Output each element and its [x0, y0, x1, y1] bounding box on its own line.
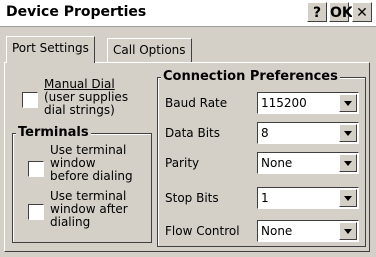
data-bits-select[interactable]: 8: [257, 122, 359, 144]
data-bits-dropdown-button[interactable]: [339, 124, 357, 142]
chevron-down-icon: [344, 161, 352, 166]
baud-rate-label: Baud Rate: [165, 96, 228, 110]
manual-dial-label-line1: Manual Dial: [44, 77, 115, 91]
baud-rate-select[interactable]: 115200: [257, 92, 359, 114]
terminal-after-dialing-label: Use terminal window after dialing: [50, 190, 128, 229]
manual-dial-label-line3: dial strings): [44, 103, 115, 117]
flow-control-dropdown-button[interactable]: [339, 222, 357, 240]
title-bar: Device Properties ? OK ✕: [0, 0, 376, 27]
stop-bits-select[interactable]: 1: [257, 187, 359, 209]
chevron-down-icon: [344, 229, 352, 234]
terminal-before-line3: before dialing: [50, 169, 133, 183]
baud-rate-value: 115200: [261, 96, 307, 110]
flow-control-value: None: [261, 224, 293, 238]
terminal-after-line3: dialing: [50, 215, 91, 229]
terminal-after-dialing-checkbox[interactable]: [28, 204, 44, 220]
terminal-before-dialing-label: Use terminal window before dialing: [50, 144, 133, 183]
parity-label: Parity: [165, 156, 200, 170]
terminals-legend: Terminals: [16, 125, 91, 140]
help-button[interactable]: ?: [307, 2, 327, 22]
device-properties-window: Device Properties ? OK ✕ Port Settings C…: [0, 0, 376, 257]
parity-value: None: [261, 156, 293, 170]
tab-port-settings[interactable]: Port Settings: [6, 36, 95, 63]
parity-dropdown-button[interactable]: [339, 154, 357, 172]
terminal-before-dialing-checkbox[interactable]: [28, 161, 44, 177]
chevron-down-icon: [344, 131, 352, 136]
ok-button[interactable]: OK: [329, 2, 353, 22]
chevron-down-icon: [344, 196, 352, 201]
close-button[interactable]: ✕: [352, 2, 372, 22]
chevron-down-icon: [344, 101, 352, 106]
data-bits-label: Data Bits: [165, 126, 220, 140]
stop-bits-label: Stop Bits: [165, 191, 219, 205]
flow-control-select[interactable]: None: [257, 220, 359, 242]
stop-bits-dropdown-button[interactable]: [339, 189, 357, 207]
flow-control-label: Flow Control: [165, 224, 240, 238]
connection-preferences-legend: Connection Preferences: [161, 69, 340, 84]
data-bits-value: 8: [261, 126, 269, 140]
baud-rate-dropdown-button[interactable]: [339, 94, 357, 112]
parity-select[interactable]: None: [257, 152, 359, 174]
manual-dial-label: Manual Dial (user supplies dial strings): [44, 78, 128, 117]
stop-bits-value: 1: [261, 191, 269, 205]
tab-call-options[interactable]: Call Options: [107, 38, 192, 62]
manual-dial-checkbox[interactable]: [22, 92, 38, 108]
window-title: Device Properties: [6, 4, 147, 20]
